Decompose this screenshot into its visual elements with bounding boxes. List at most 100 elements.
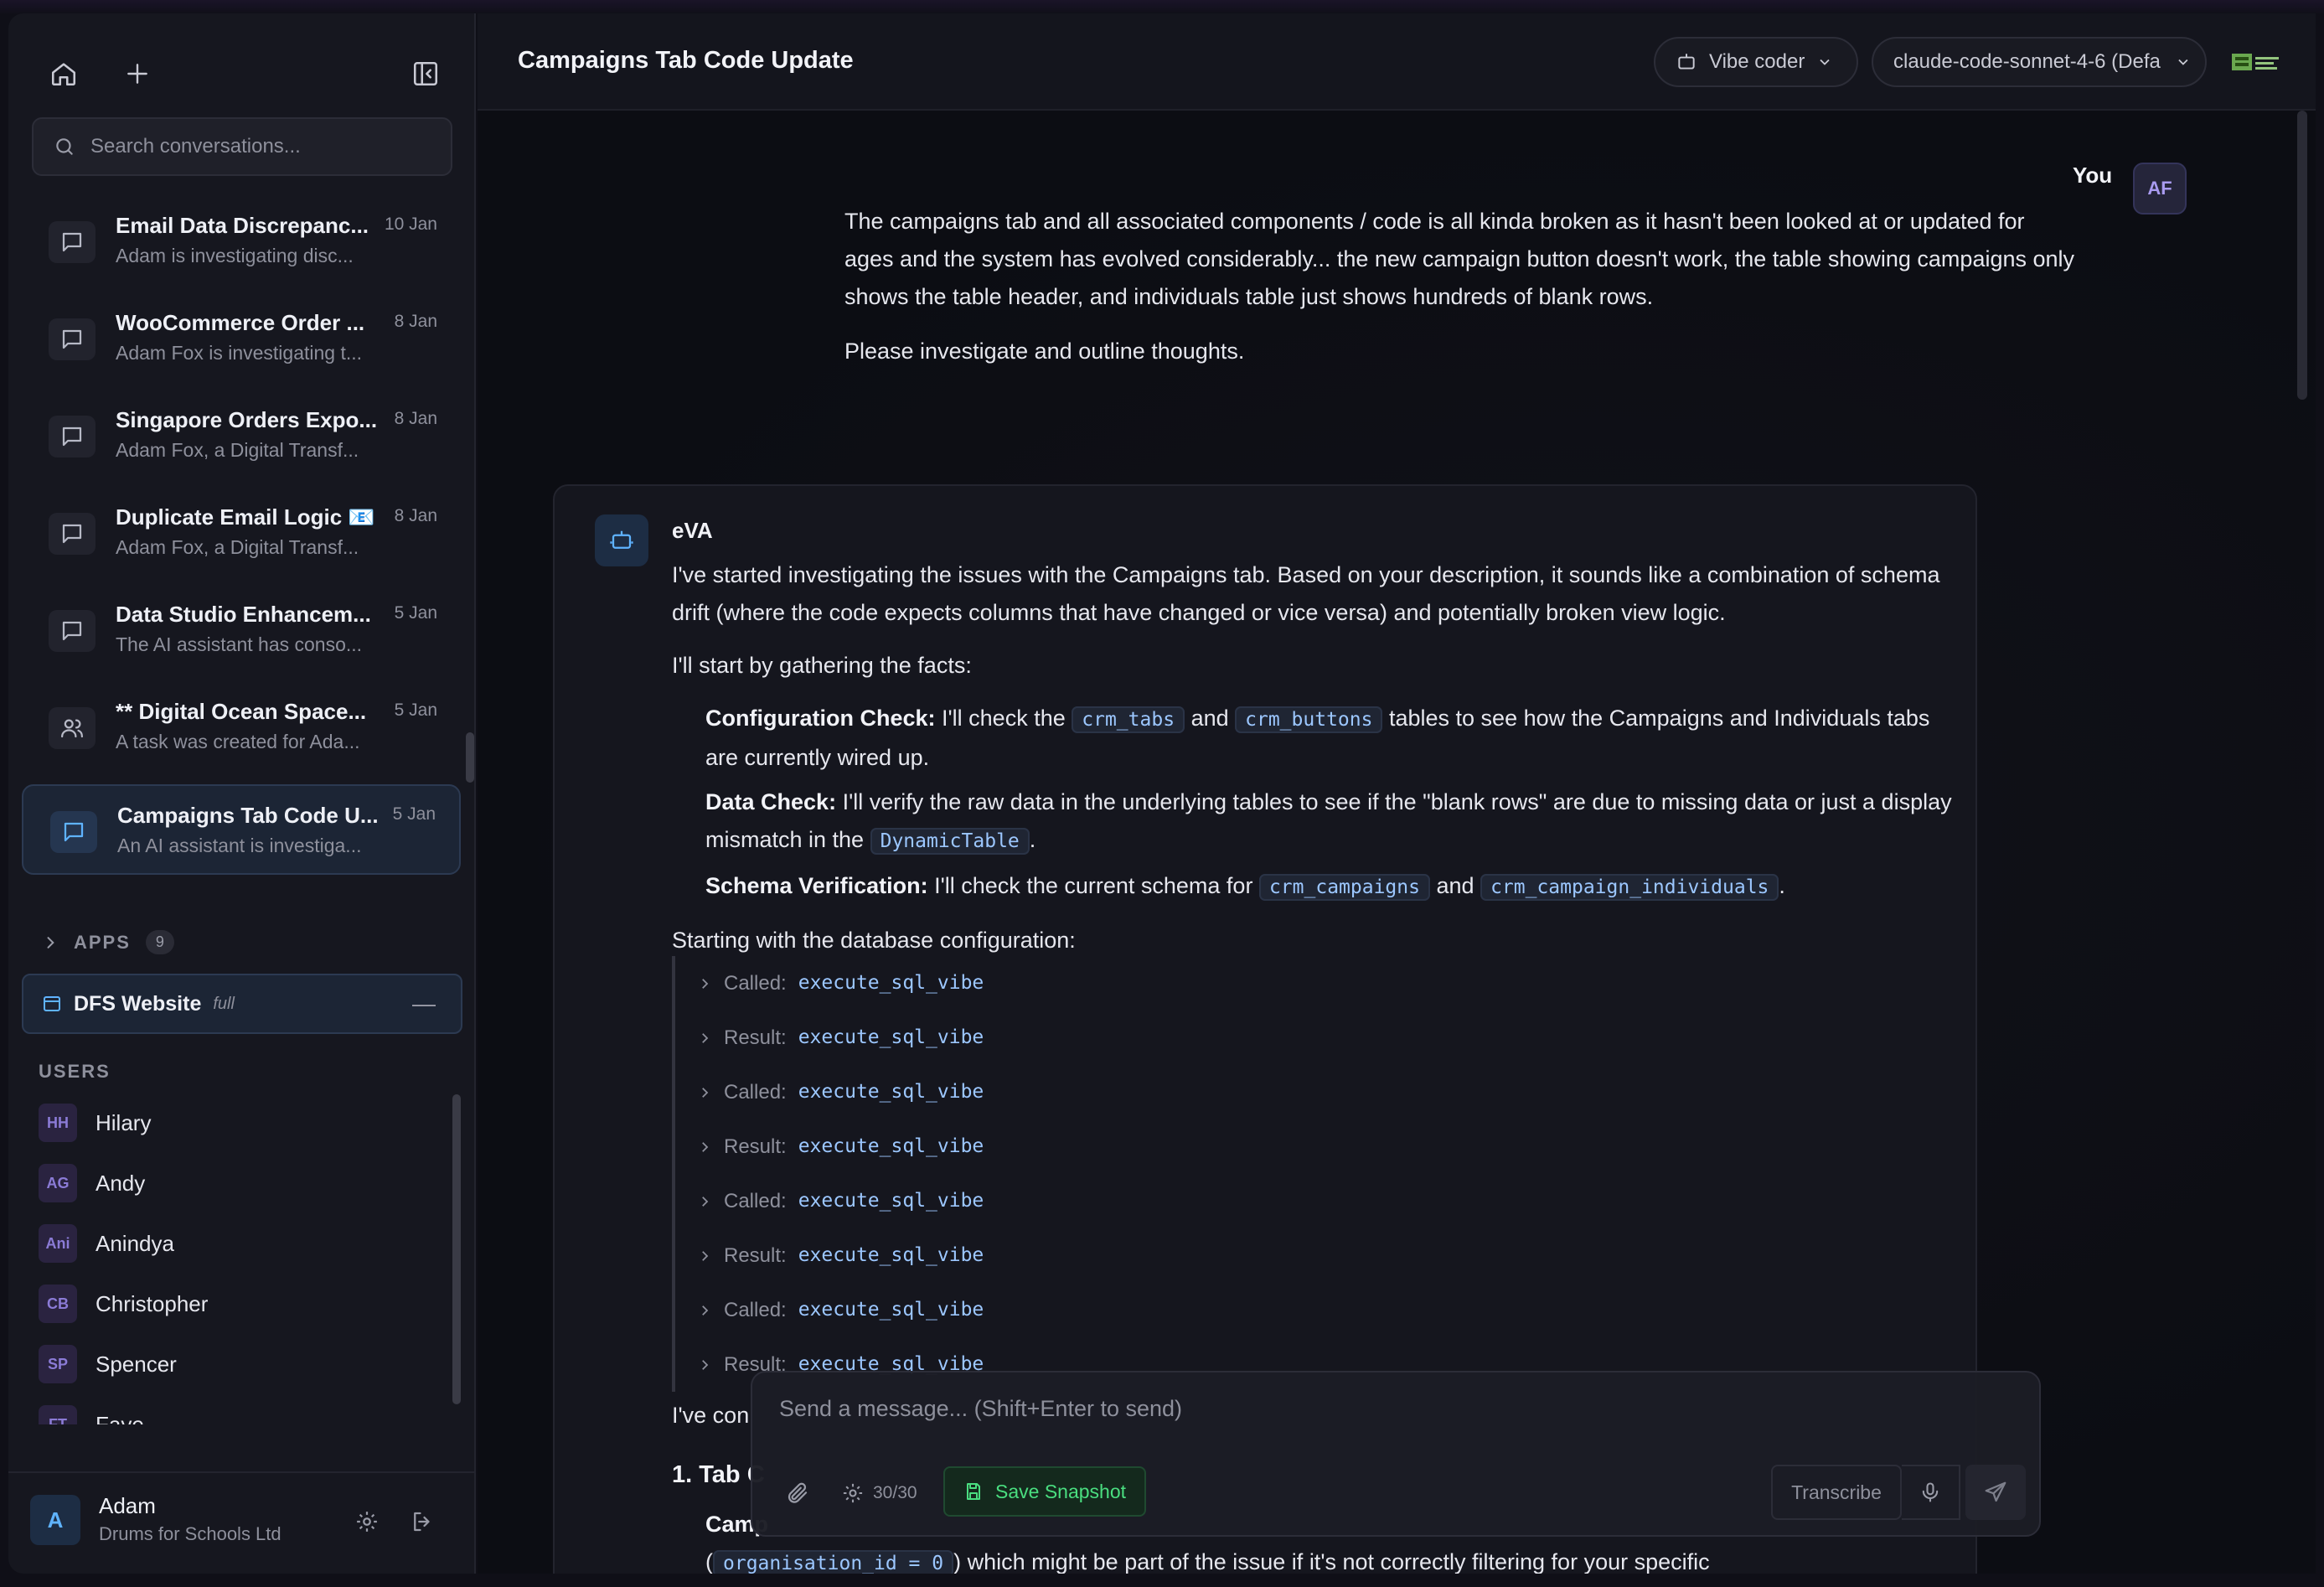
user-name: Andy bbox=[96, 1170, 146, 1196]
plan-item-data: Data Check: I'll verify the raw data in … bbox=[672, 783, 1962, 861]
apps-section-toggle[interactable]: APPS 9 bbox=[42, 930, 174, 954]
tool-call-kind: Result: bbox=[724, 1244, 787, 1267]
chat-scrollbar[interactable] bbox=[2297, 111, 2307, 400]
inline-code: crm_campaign_individuals bbox=[1480, 874, 1779, 901]
user-name: Anindya bbox=[96, 1230, 174, 1256]
user-label: You bbox=[2073, 163, 2113, 188]
conversation-date: 5 Jan bbox=[394, 603, 437, 623]
sidebar-toolbar bbox=[8, 13, 474, 122]
assistant-paragraph: I'll start by gathering the facts: bbox=[672, 653, 972, 678]
chevron-down-icon bbox=[2178, 59, 2188, 65]
users-scrollbar[interactable] bbox=[452, 1094, 461, 1404]
user-item[interactable]: CB Christopher bbox=[39, 1280, 441, 1327]
model-label: claude-code-sonnet-4-6 (Defa bbox=[1893, 50, 2161, 73]
logout-icon[interactable] bbox=[405, 1505, 439, 1538]
tool-call-name: execute_sql_vibe bbox=[798, 972, 984, 994]
search-box[interactable] bbox=[32, 117, 452, 176]
collapse-sidebar-icon[interactable] bbox=[405, 54, 446, 94]
app-window-icon bbox=[44, 996, 60, 1011]
plan-item-text: I'll check the current schema for bbox=[934, 873, 1253, 898]
chevron-right-icon bbox=[702, 1032, 709, 1043]
plan-item-text: I'll check the bbox=[942, 706, 1066, 731]
conversation-item[interactable]: WooCommerce Order ... Adam Fox is invest… bbox=[22, 293, 461, 384]
chat-bubble-icon bbox=[49, 221, 96, 263]
conversations-scrollbar[interactable] bbox=[466, 732, 474, 783]
apps-count-badge: 9 bbox=[145, 930, 174, 954]
app-card-dfs-website[interactable]: DFS Website full — bbox=[22, 974, 462, 1034]
message-composer: 30/30 Save Snapshot Transcribe bbox=[751, 1371, 2041, 1537]
mode-selector[interactable]: Vibe coder bbox=[1654, 37, 1858, 87]
tool-call-row[interactable]: Result: execute_sql_vibe bbox=[672, 1011, 1962, 1065]
home-icon[interactable] bbox=[44, 54, 84, 94]
tool-call-name: execute_sql_vibe bbox=[798, 1026, 984, 1048]
search-icon bbox=[56, 138, 73, 155]
tool-call-row[interactable]: Called: execute_sql_vibe bbox=[672, 1174, 1962, 1228]
app-name: DFS Website bbox=[74, 991, 202, 1016]
user-name: Spencer bbox=[96, 1351, 177, 1377]
save-snapshot-button[interactable]: Save Snapshot bbox=[943, 1466, 1147, 1517]
conversation-item[interactable]: Duplicate Email Logic 📧 Adam Fox, a Digi… bbox=[22, 488, 461, 578]
tool-call-name: execute_sql_vibe bbox=[798, 1135, 984, 1157]
tool-call-name: execute_sql_vibe bbox=[798, 1081, 984, 1103]
assistant-name: eVA bbox=[672, 518, 713, 543]
user-item[interactable]: AG Andy bbox=[39, 1160, 441, 1207]
microphone-icon[interactable] bbox=[1902, 1465, 1960, 1520]
plan-item-text: . bbox=[1029, 827, 1036, 852]
model-selector[interactable]: claude-code-sonnet-4-6 (Defa bbox=[1872, 37, 2207, 87]
conversation-date: 5 Jan bbox=[394, 700, 437, 720]
conversation-subtitle: Adam is investigating disc... bbox=[116, 245, 354, 266]
chat-bubble-icon bbox=[49, 513, 96, 555]
assistant-paragraph: Starting with the database configuration… bbox=[672, 928, 1076, 953]
user-item[interactable]: SP Spencer bbox=[39, 1341, 441, 1388]
transcribe-button[interactable]: Transcribe bbox=[1771, 1465, 1902, 1520]
tool-call-kind: Result: bbox=[724, 1026, 787, 1049]
tool-call-row[interactable]: Result: execute_sql_vibe bbox=[672, 1228, 1962, 1283]
conversation-item[interactable]: Email Data Discrepanc... Adam is investi… bbox=[22, 196, 461, 287]
conversation-item[interactable]: ** Digital Ocean Space... A task was cre… bbox=[22, 682, 461, 773]
tool-call-name: execute_sql_vibe bbox=[798, 1190, 984, 1212]
tool-call-row[interactable]: Called: execute_sql_vibe bbox=[672, 956, 1962, 1011]
inline-code: crm_campaigns bbox=[1258, 874, 1430, 901]
apps-label: APPS bbox=[74, 931, 131, 953]
plan-item-schema: Schema Verification: I'll check the curr… bbox=[672, 867, 1962, 907]
tool-call-row[interactable]: Result: execute_sql_vibe bbox=[672, 1119, 1962, 1174]
attach-icon[interactable] bbox=[781, 1476, 814, 1510]
settings-icon[interactable] bbox=[350, 1505, 384, 1538]
conversation-item[interactable]: Singapore Orders Expo... Adam Fox, a Dig… bbox=[22, 390, 461, 481]
tool-call-row[interactable]: Called: execute_sql_vibe bbox=[672, 1283, 1962, 1337]
message-input[interactable] bbox=[779, 1396, 1952, 1433]
conversation-date: 10 Jan bbox=[384, 215, 437, 234]
conversation-subtitle: Adam Fox, a Digital Transf... bbox=[116, 439, 359, 461]
account-name: Adam bbox=[99, 1493, 156, 1518]
assistant-paragraph: (organisation_id = 0) which might be par… bbox=[672, 1543, 1962, 1574]
tool-budget[interactable]: 30/30 bbox=[841, 1475, 917, 1512]
assistant-text: which might be part of the issue if it's… bbox=[967, 1549, 1710, 1574]
conversation-item-active[interactable]: Campaigns Tab Code U... An AI assistant … bbox=[22, 784, 461, 875]
bot-icon bbox=[595, 514, 648, 566]
chevron-right-icon bbox=[702, 1250, 709, 1261]
user-item[interactable]: FT Faye bbox=[39, 1401, 441, 1424]
user-avatar: HH bbox=[39, 1104, 77, 1142]
tool-call-row[interactable]: Called: execute_sql_vibe bbox=[672, 1065, 1962, 1119]
user-item[interactable]: Ani Anindya bbox=[39, 1220, 441, 1267]
conversation-subtitle: An AI assistant is investiga... bbox=[117, 835, 362, 856]
user-name: Hilary bbox=[96, 1109, 152, 1135]
plan-item-text: and bbox=[1436, 873, 1474, 898]
user-name: Faye bbox=[96, 1411, 144, 1425]
new-conversation-icon[interactable] bbox=[117, 54, 158, 94]
search-input[interactable] bbox=[90, 135, 442, 158]
save-icon bbox=[967, 1483, 980, 1500]
tool-call-kind: Called: bbox=[724, 1299, 787, 1321]
account-avatar[interactable]: A bbox=[30, 1495, 80, 1545]
send-icon[interactable] bbox=[1965, 1465, 2026, 1520]
chevron-right-icon bbox=[702, 1196, 709, 1207]
user-avatar: AG bbox=[39, 1164, 77, 1202]
conversation-title: Data Studio Enhancem... bbox=[116, 602, 371, 627]
conversation-header: Campaigns Tab Code Update Vibe coder cla… bbox=[478, 13, 2316, 111]
plan-item-label: Schema Verification: bbox=[705, 873, 928, 898]
chat-thread: You AF The campaigns tab and all associa… bbox=[478, 111, 2316, 1574]
conversation-subtitle: Adam Fox is investigating t... bbox=[116, 342, 363, 364]
minimize-icon[interactable]: — bbox=[412, 990, 436, 1017]
user-item[interactable]: HH Hilary bbox=[39, 1099, 441, 1146]
conversation-item[interactable]: Data Studio Enhancem... The AI assistant… bbox=[22, 585, 461, 675]
